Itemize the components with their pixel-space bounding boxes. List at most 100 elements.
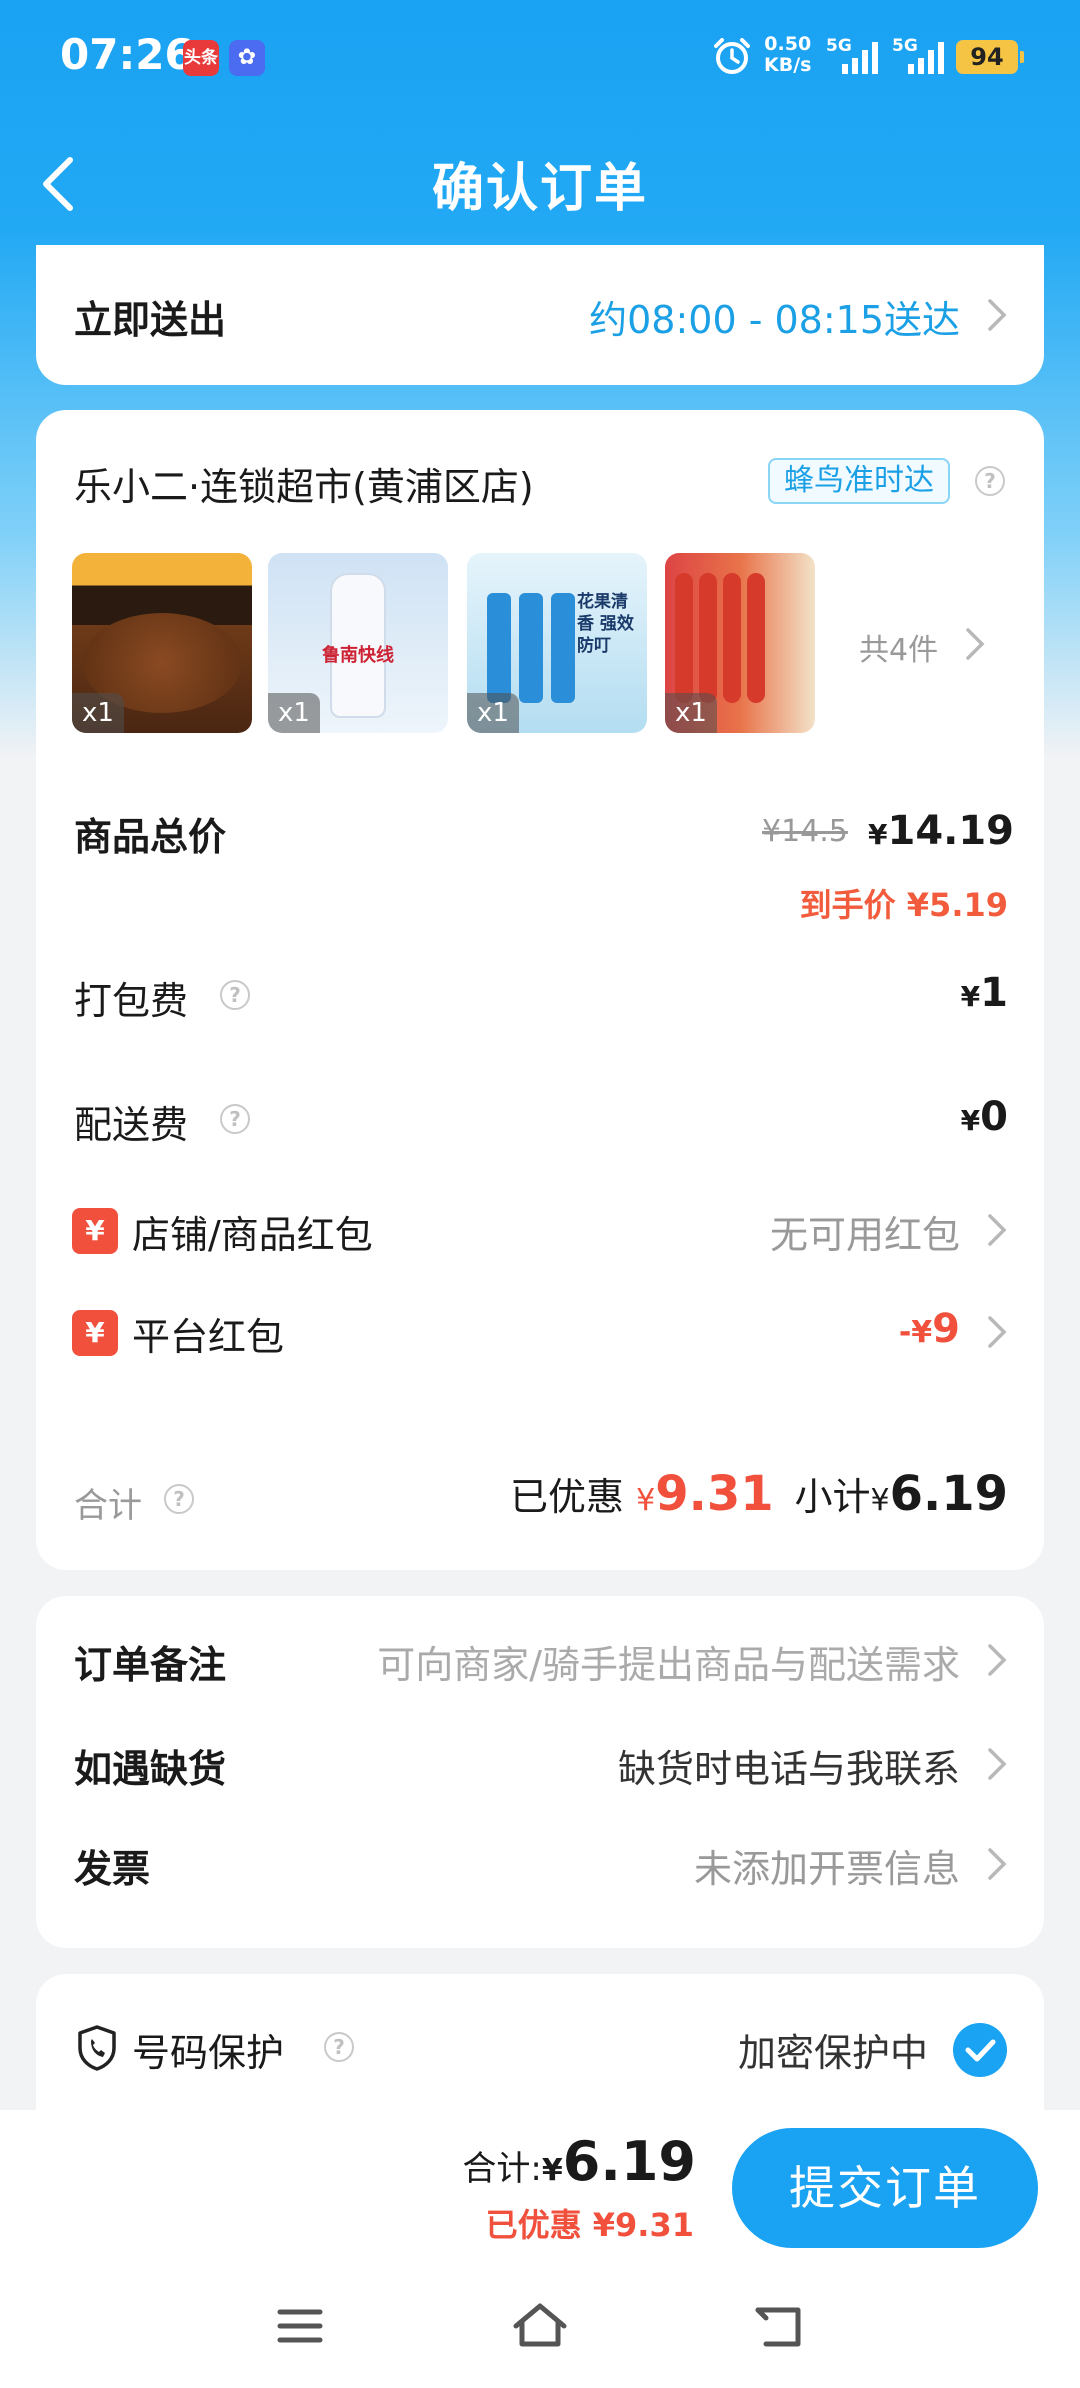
spray-bottle-3 xyxy=(551,593,575,703)
invoice-value: 未添加开票信息 xyxy=(693,1847,960,1891)
currency-symbol: ¥ xyxy=(868,818,888,851)
currency-symbol: ¥ xyxy=(960,1104,981,1137)
discounted-value: 9.31 xyxy=(655,1466,774,1522)
delivery-fee-label: 配送费 xyxy=(74,1103,189,1147)
on-time-badge: 蜂鸟准时达 xyxy=(768,458,950,504)
invoice-label: 发票 xyxy=(74,1847,151,1891)
product-thumb-spray[interactable]: 花果清香 强效防叮 x1 xyxy=(467,553,647,733)
out-of-stock-label: 如遇缺货 xyxy=(74,1747,227,1791)
platform-coupon-amount: -¥9 xyxy=(899,1306,960,1352)
chevron-right-icon xyxy=(986,1746,1008,1782)
delivery-time-card[interactable]: 立即送出 约08:00 - 08:15送达 xyxy=(36,245,1044,385)
chevron-right-icon xyxy=(986,297,1008,333)
currency-symbol: ¥ xyxy=(870,1483,890,1518)
coupon-icon: ¥ xyxy=(72,1310,118,1356)
help-icon[interactable]: ? xyxy=(975,466,1005,496)
item-quantity: x1 xyxy=(467,693,519,733)
yogurt-label: 鲁南快线 xyxy=(322,645,394,666)
subtotal-summary: 小计¥6.19 xyxy=(794,1466,1008,1522)
delivery-fee-amount: 0 xyxy=(980,1094,1008,1140)
goods-total-price: ¥14.19 xyxy=(868,808,1014,854)
remark-placeholder: 可向商家/骑手提出商品与配送需求 xyxy=(377,1643,960,1687)
spray-bottle-2 xyxy=(519,593,543,703)
spray-label: 花果清香 强效防叮 xyxy=(577,592,634,656)
item-quantity: x1 xyxy=(665,693,717,733)
product-thumb-jerky[interactable]: x1 xyxy=(72,553,252,733)
product-thumb-yogurt[interactable]: 鲁南快线 x1 xyxy=(268,553,448,733)
home-icon[interactable] xyxy=(510,2300,570,2350)
toutiao-app-icon: 头条 xyxy=(183,40,219,76)
help-icon[interactable]: ? xyxy=(164,1484,194,1514)
help-icon[interactable]: ? xyxy=(324,2032,354,2062)
store-coupon-label: 店铺/商品红包 xyxy=(132,1213,373,1257)
packing-fee-value: ¥1 xyxy=(961,970,1008,1016)
network-speed: 0.50 KB/s xyxy=(764,34,811,76)
chevron-right-icon xyxy=(986,1846,1008,1882)
number-protection-label: 号码保护 xyxy=(132,2031,285,2075)
discounted-summary: 已优惠 ¥9.31 xyxy=(510,1466,774,1522)
delivery-eta: 约08:00 - 08:15送达 xyxy=(589,298,960,342)
submit-order-button[interactable]: 提交订单 xyxy=(732,2128,1038,2248)
chevron-right-icon xyxy=(986,1642,1008,1678)
out-of-stock-value: 缺货时电话与我联系 xyxy=(617,1747,960,1791)
packing-fee-label: 打包费 xyxy=(74,979,189,1023)
product-thumb-sausage[interactable]: x1 xyxy=(665,553,815,733)
remark-label: 订单备注 xyxy=(74,1643,227,1687)
store-coupon-row[interactable]: ¥ 店铺/商品红包 无可用红包 xyxy=(36,1190,1044,1274)
shield-phone-icon xyxy=(78,2025,116,2071)
coupon-icon: ¥ xyxy=(72,1208,118,1254)
speed-unit: KB/s xyxy=(764,54,812,76)
discount-prefix: -¥ xyxy=(898,1315,933,1350)
delivery-label: 立即送出 xyxy=(74,298,227,342)
currency-symbol: ¥ xyxy=(541,2153,563,2188)
sausage-3 xyxy=(723,573,741,703)
delivery-fee-value: ¥0 xyxy=(961,1094,1008,1140)
store-name[interactable]: 乐小二·连锁超市(黄浦区店) xyxy=(74,456,534,511)
subtotal-label: 小计 xyxy=(794,1475,871,1519)
chevron-right-icon xyxy=(964,626,986,662)
check-icon[interactable] xyxy=(952,2022,1008,2078)
order-remark-row[interactable]: 订单备注 可向商家/骑手提出商品与配送需求 xyxy=(36,1616,1044,1702)
item-quantity: x1 xyxy=(72,693,124,733)
signal-icon xyxy=(842,42,878,74)
menu-icon[interactable] xyxy=(276,2306,324,2346)
spray-bottle-1 xyxy=(487,593,511,703)
alarm-icon xyxy=(714,38,750,74)
order-card: 乐小二·连锁超市(黄浦区店) 蜂鸟准时达 ? x1 鲁南快线 x1 花果清香 强… xyxy=(36,410,1044,1570)
signal-icon-2 xyxy=(908,42,944,74)
help-icon[interactable]: ? xyxy=(220,980,250,1010)
goods-total-label: 商品总价 xyxy=(74,815,227,859)
navigation-bar: 确认订单 xyxy=(0,130,1080,230)
chevron-right-icon xyxy=(986,1314,1008,1350)
goods-total-value: 14.19 xyxy=(887,808,1015,854)
store-coupon-value: 无可用红包 xyxy=(769,1213,960,1257)
invoice-row[interactable]: 发票 未添加开票信息 xyxy=(36,1820,1044,1906)
platform-coupon-row[interactable]: ¥ 平台红包 -¥9 xyxy=(36,1292,1044,1376)
items-count[interactable]: 共4件 xyxy=(859,625,938,669)
final-price: 到手价 ¥5.19 xyxy=(800,880,1008,926)
packing-fee-amount: 1 xyxy=(980,970,1008,1016)
paw-app-icon: ✿ xyxy=(229,40,265,76)
back-nav-icon[interactable] xyxy=(752,2304,806,2350)
subtotal-value: 6.19 xyxy=(889,1466,1008,1522)
total-label: 合计 xyxy=(74,1486,142,1526)
currency-symbol: ¥ xyxy=(636,1483,656,1518)
status-bar: 07:26 头条 ✿ 0.50 KB/s 5G 5G 94 xyxy=(0,0,1080,110)
original-price: ¥14.5 xyxy=(762,814,848,849)
discounted-label: 已优惠 xyxy=(510,1475,625,1519)
protection-status: 加密保护中 xyxy=(737,2031,928,2075)
currency-symbol: ¥ xyxy=(960,980,981,1013)
platform-coupon-label: 平台红包 xyxy=(132,1315,285,1359)
sausage-4 xyxy=(747,573,765,703)
platform-coupon-value: 9 xyxy=(932,1306,960,1352)
final-price-value: ¥5.19 xyxy=(906,886,1008,924)
sausage-2 xyxy=(699,573,717,703)
help-icon[interactable]: ? xyxy=(220,1104,250,1134)
sausage-1 xyxy=(675,573,693,703)
chevron-right-icon xyxy=(986,1212,1008,1248)
out-of-stock-row[interactable]: 如遇缺货 缺货时电话与我联系 xyxy=(36,1720,1044,1806)
bottom-total: 合计:¥6.19 xyxy=(462,2130,696,2193)
bottom-discount: 已优惠 ¥9.31 xyxy=(485,2206,694,2244)
page-title: 确认订单 xyxy=(431,159,648,219)
bottom-total-label: 合计: xyxy=(462,2149,542,2189)
